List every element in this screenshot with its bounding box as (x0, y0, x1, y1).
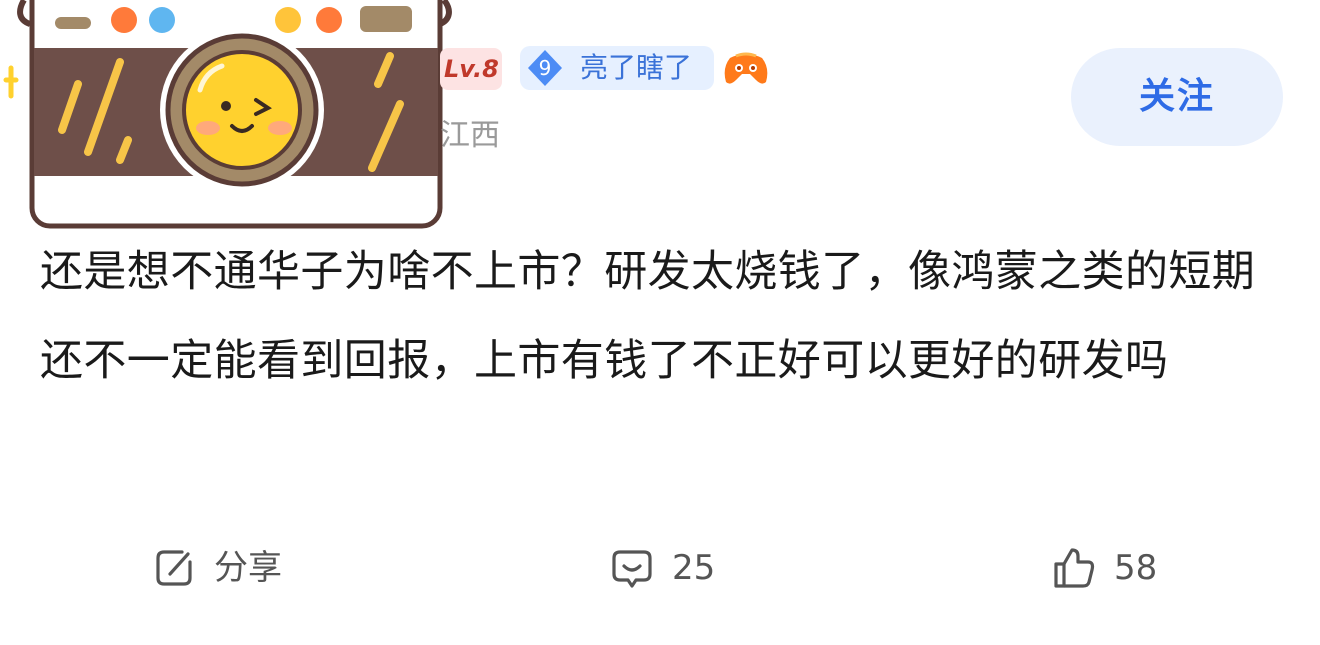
game-controller-icon (724, 52, 768, 84)
comment-icon (612, 550, 652, 588)
share-icon (156, 550, 192, 586)
honor-badge[interactable]: 9 亮了瞎了 (520, 46, 714, 90)
avatar[interactable] (0, 0, 460, 230)
level-badge: Lv.8 (440, 48, 502, 90)
like-count: 58 (1114, 548, 1158, 588)
follow-button[interactable]: 关注 (1071, 48, 1283, 146)
honor-number: 9 (538, 56, 552, 80)
share-label: 分享 (214, 548, 282, 588)
like-button[interactable]: 58 (1052, 540, 1157, 596)
share-button[interactable]: 分享 (152, 540, 282, 596)
comment-button[interactable]: 25 (610, 540, 715, 596)
post-card: Lv.8 9 亮了瞎了 江西 关注 还是想不通华子为啥不上市？研发太烧钱了，像鸿… (0, 0, 1320, 645)
thumbs-up-icon (1054, 548, 1095, 588)
comment-count: 25 (672, 548, 716, 588)
post-content: 还是想不通华子为啥不上市？研发太烧钱了，像鸿蒙之类的短期还不一定能看到回报，上市… (40, 247, 1256, 386)
user-location: 江西 (440, 118, 500, 153)
camera-avatar-icon (3, 0, 452, 229)
honor-label: 亮了瞎了 (580, 51, 693, 84)
